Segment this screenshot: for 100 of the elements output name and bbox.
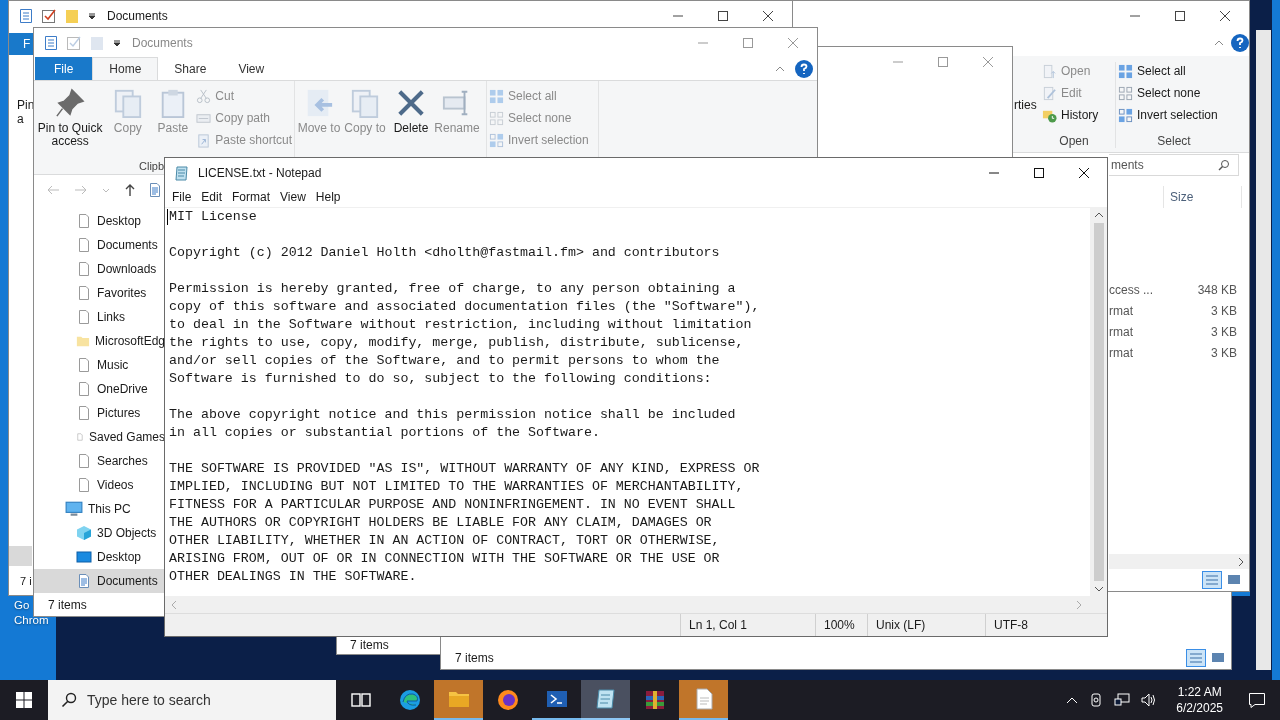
window-title: Documents [132, 35, 193, 50]
maximize-icon[interactable] [1033, 166, 1045, 179]
scrollbar[interactable] [1256, 30, 1271, 670]
tree-item[interactable]: OneDrive [34, 377, 165, 401]
file-tab[interactable]: F [9, 33, 33, 55]
collapse-icon[interactable] [1214, 39, 1224, 47]
tree-item[interactable]: This PC [34, 497, 165, 521]
browser-icon [495, 688, 520, 712]
scrollbar[interactable] [1109, 554, 1249, 569]
collapse-icon[interactable] [775, 64, 785, 73]
speaker-icon[interactable] [1141, 692, 1158, 708]
column-header[interactable]: Size [1163, 186, 1242, 208]
close-icon[interactable] [762, 10, 774, 22]
delete-icon [396, 88, 426, 118]
status-text: Ln 1, Col 1 [680, 614, 815, 636]
page-icon [76, 357, 92, 373]
tree-item[interactable]: Desktop [34, 545, 165, 569]
text-cursor [167, 209, 168, 225]
edit-icon [1042, 85, 1057, 101]
tree-item[interactable]: Favorites [34, 281, 165, 305]
text-paragraph: THE SOFTWARE IS PROVIDED "AS IS", WITHOUT WARRANTY OF ANY KIND, EXPRESS OR IMPLIED, INCLUDING BUT NOT LIMITED TO THE WARRANTIES OF MERCHANTABILITY, FITNESS FOR A PARTICULAR PURPOSE AND NONINFRINGEMENT. IN NO EVENT SHALL THE AUTHORS OR COPYRIGHT HOLDERS BE LIABLE FOR ANY CLAIM, DAMAGES OR OTHER LIABILITY, WHETHER IN AN ACTION OF CONTRACT, TORT OR OTHERWISE, ARISING FROM, OUT OF OR IN CONNECTION WITH THE SOFTWARE OR THE USE OR OTHER DEALINGS IN THE SOFTWARE. [169, 460, 760, 586]
dropdown-icon[interactable] [112, 37, 122, 48]
menu-item[interactable]: Help [315, 190, 341, 204]
tree-item[interactable]: 3D Objects [34, 521, 165, 545]
ribbon-button[interactable]: Invert selection [1118, 106, 1230, 124]
scrollbar[interactable] [1090, 208, 1107, 596]
chevron-icon[interactable] [1066, 696, 1079, 704]
open-icon [1042, 63, 1057, 79]
scrollbar[interactable] [165, 596, 1107, 613]
tree-item[interactable]: Downloads [34, 257, 165, 281]
tree-item[interactable]: MicrosoftEdg [34, 329, 165, 353]
maximize-icon[interactable] [717, 10, 729, 22]
table-cell: 3 KB [1211, 324, 1237, 339]
tree-item[interactable]: Music [34, 353, 165, 377]
tree-item[interactable]: Pictures [34, 401, 165, 425]
tree-item[interactable]: Searches [34, 449, 165, 473]
help-icon[interactable] [1231, 34, 1249, 52]
page-icon [76, 477, 92, 493]
table-cell: rmat [1109, 324, 1133, 339]
tree-item[interactable]: Videos [34, 473, 165, 497]
shortcut-icon [196, 132, 212, 148]
ribbon-tab[interactable]: Home [92, 57, 159, 80]
dropdown-icon[interactable] [87, 11, 97, 21]
clock[interactable]: 1:22 AM 6/2/2025 [1176, 684, 1223, 716]
menu-item[interactable]: View [280, 190, 306, 204]
menu-item[interactable]: File [172, 190, 192, 204]
pages-icon [350, 88, 380, 118]
status-text: 7 i [20, 575, 32, 587]
group-label: Clipb [139, 160, 165, 172]
network-icon[interactable] [1114, 692, 1131, 708]
grid-icon [1118, 63, 1133, 79]
scissors-icon [196, 88, 212, 104]
windows-logo-icon[interactable] [16, 692, 32, 708]
text-paragraph: Permission is hereby granted, free of charge, to any person obtaining a copy of this software and associated documentation files (the "Software"), to deal in the Software without restriction, including without limitation the rights to use, copy, modify, merge, publish, distribute, sublicense, and/or sell copies of the Software, and to permit persons to whom the Software is furnished to do so, subject to the following conditions: [169, 280, 760, 388]
ribbon-label: rties [1014, 98, 1037, 112]
page-icon [76, 261, 92, 277]
group-label: Open [1058, 134, 1090, 148]
notification-icon[interactable] [1248, 691, 1266, 709]
maximize-icon[interactable] [1174, 10, 1186, 22]
grid-icon [1118, 107, 1133, 123]
tree-item[interactable]: Documents [34, 233, 165, 257]
document-icon[interactable] [150, 182, 160, 197]
menu-item[interactable]: Edit [201, 190, 223, 204]
cube-icon [76, 525, 92, 541]
help-icon[interactable] [795, 59, 813, 78]
file-tab[interactable]: File [35, 57, 93, 80]
status-text: 7 items [350, 638, 389, 652]
properties-icon[interactable] [19, 8, 33, 24]
up-icon[interactable] [124, 182, 136, 197]
computer-icon [65, 500, 83, 518]
search-icon [1218, 159, 1230, 171]
window-title: Documents [107, 9, 168, 23]
close-icon[interactable] [1219, 10, 1231, 22]
status-text: UTF-8 [985, 614, 1107, 636]
properties-icon[interactable] [44, 34, 58, 51]
device-icon[interactable] [1089, 692, 1104, 708]
search-field[interactable]: Type here to search [48, 680, 336, 720]
ribbon-button[interactable]: Delete [389, 85, 433, 135]
tree-item[interactable]: Documents [34, 569, 165, 593]
checkbox-icon[interactable] [41, 8, 57, 24]
status-text: 7 items [48, 598, 87, 612]
ribbon-button[interactable]: Select all [1118, 62, 1230, 80]
pages-icon [112, 88, 143, 118]
taskbar-button[interactable] [581, 680, 630, 720]
status-text: Unix (LF) [867, 614, 985, 636]
status-text: 7 items [455, 651, 494, 665]
checkbox-icon[interactable] [66, 34, 82, 51]
menu-item[interactable]: Format [232, 190, 271, 204]
search-field[interactable]: ments [1109, 154, 1239, 176]
desktop-icon-label[interactable]: Go Chrom [14, 598, 49, 628]
tree-item[interactable]: Desktop [34, 209, 165, 233]
ribbon-button[interactable]: History [1042, 106, 1106, 124]
ribbon-button[interactable]: Select none [1118, 84, 1230, 102]
page-icon [76, 285, 92, 301]
ribbon-button[interactable]: Pin to Quick access [36, 85, 105, 149]
ribbon-tab[interactable]: Share [158, 57, 223, 80]
tree-item[interactable]: Links [34, 305, 165, 329]
ribbon-tab[interactable]: View [222, 57, 281, 80]
tree-item[interactable]: Saved Games [34, 425, 165, 449]
close-icon[interactable] [1078, 166, 1090, 179]
